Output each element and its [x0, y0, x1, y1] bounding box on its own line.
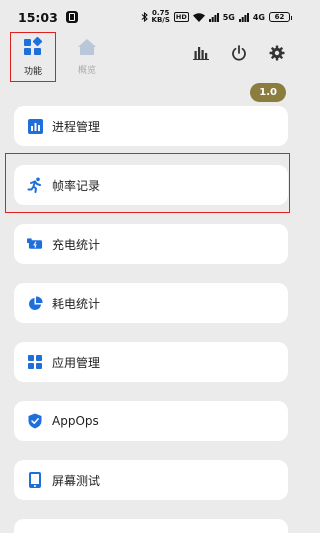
functions-grid-icon [23, 36, 43, 60]
menu-item-appops[interactable]: AppOps [14, 401, 288, 441]
network-type-2: 4G [252, 12, 265, 22]
menu-item-label: 应用管理 [52, 355, 101, 370]
hd-badge: HD [173, 12, 189, 22]
network-speed-unit: KB/S [151, 16, 170, 24]
signal-icon-2 [238, 12, 249, 22]
phone-screen-icon [27, 472, 43, 488]
menu-item-frame-rate-record[interactable]: 帧率记录 [14, 165, 288, 205]
menu-item-charging-stats[interactable]: 充电统计 [14, 224, 288, 264]
version-badge: 1.0 [250, 83, 286, 102]
menu-item-partial[interactable] [14, 519, 288, 533]
tab-overview-label: 概览 [77, 66, 96, 76]
gear-icon[interactable] [268, 44, 286, 62]
menu-item-power-stats[interactable]: 耗电统计 [14, 283, 288, 323]
home-icon [77, 38, 97, 59]
bar-chart-icon[interactable] [192, 44, 210, 62]
app-grid-icon [27, 354, 43, 370]
menu-item-label: 进程管理 [52, 119, 101, 134]
network-speed: 0.75 KB/S [152, 10, 170, 24]
charging-battery-icon [27, 236, 43, 252]
notification-app-icon [65, 11, 78, 23]
menu-item-label: 耗电统计 [52, 296, 101, 311]
battery-icon: 62 [269, 12, 292, 22]
menu-item-process-management[interactable]: 进程管理 [14, 106, 288, 146]
status-bar: 15:03 0.75 KB/S HD 5G 4G 62 [0, 0, 300, 34]
bluetooth-icon [141, 12, 148, 22]
tab-functions-label: 功能 [23, 67, 42, 77]
status-indicators: 0.75 KB/S HD 5G 4G 62 [141, 10, 292, 24]
power-icon[interactable] [230, 44, 248, 62]
menu-item-screen-test[interactable]: 屏幕测试 [14, 460, 288, 500]
wifi-icon [192, 12, 205, 22]
menu-item-label: 帧率记录 [52, 178, 101, 193]
tab-functions[interactable]: 功能 [10, 32, 56, 82]
network-type-1: 5G [222, 12, 235, 22]
menu-item-app-management[interactable]: 应用管理 [14, 342, 288, 382]
tab-overview[interactable]: 概览 [64, 32, 110, 82]
status-time: 15:03 [18, 9, 58, 25]
toolbar-actions [192, 44, 286, 62]
process-chart-icon [27, 118, 43, 134]
running-person-icon [27, 177, 43, 193]
menu-item-label: 充电统计 [52, 237, 101, 252]
menu-item-label: 屏幕测试 [52, 473, 101, 488]
menu-item-label: AppOps [52, 414, 99, 428]
shield-check-icon [27, 413, 43, 429]
signal-icon-1 [208, 12, 219, 22]
pie-chart-icon [27, 295, 43, 311]
